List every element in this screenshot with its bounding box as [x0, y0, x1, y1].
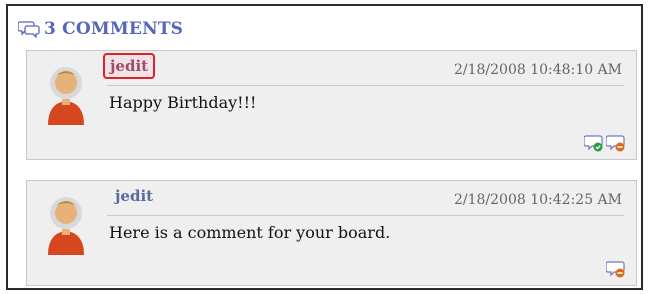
divider: [107, 215, 624, 216]
comments-panel: 3 COMMENTS jedit 2/18/2008 10:48:10 AM H…: [6, 4, 643, 290]
comments-count-title: 3 COMMENTS: [44, 19, 184, 39]
user-avatar-icon: [48, 67, 84, 125]
delete-comment-icon[interactable]: [606, 133, 626, 153]
approve-comment-icon[interactable]: [584, 133, 604, 153]
comment-timestamp: 2/18/2008 10:42:25 AM: [453, 192, 622, 208]
comment-author-link[interactable]: jedit: [103, 53, 156, 79]
comment-text: Happy Birthday!!!: [109, 93, 257, 112]
comments-icon: [18, 21, 40, 38]
divider: [107, 85, 624, 86]
comment-actions: [606, 259, 626, 279]
user-avatar-icon: [48, 197, 84, 255]
comment-author-link[interactable]: jedit: [115, 187, 153, 205]
comment-actions: [584, 133, 626, 153]
comment-timestamp: 2/18/2008 10:48:10 AM: [453, 62, 622, 78]
comments-header: 3 COMMENTS: [18, 16, 183, 42]
comment-item: jedit 2/18/2008 10:48:10 AM Happy Birthd…: [26, 50, 637, 160]
comment-item: jedit 2/18/2008 10:42:25 AM Here is a co…: [26, 180, 637, 286]
comment-text: Here is a comment for your board.: [109, 223, 391, 242]
delete-comment-icon[interactable]: [606, 259, 626, 279]
